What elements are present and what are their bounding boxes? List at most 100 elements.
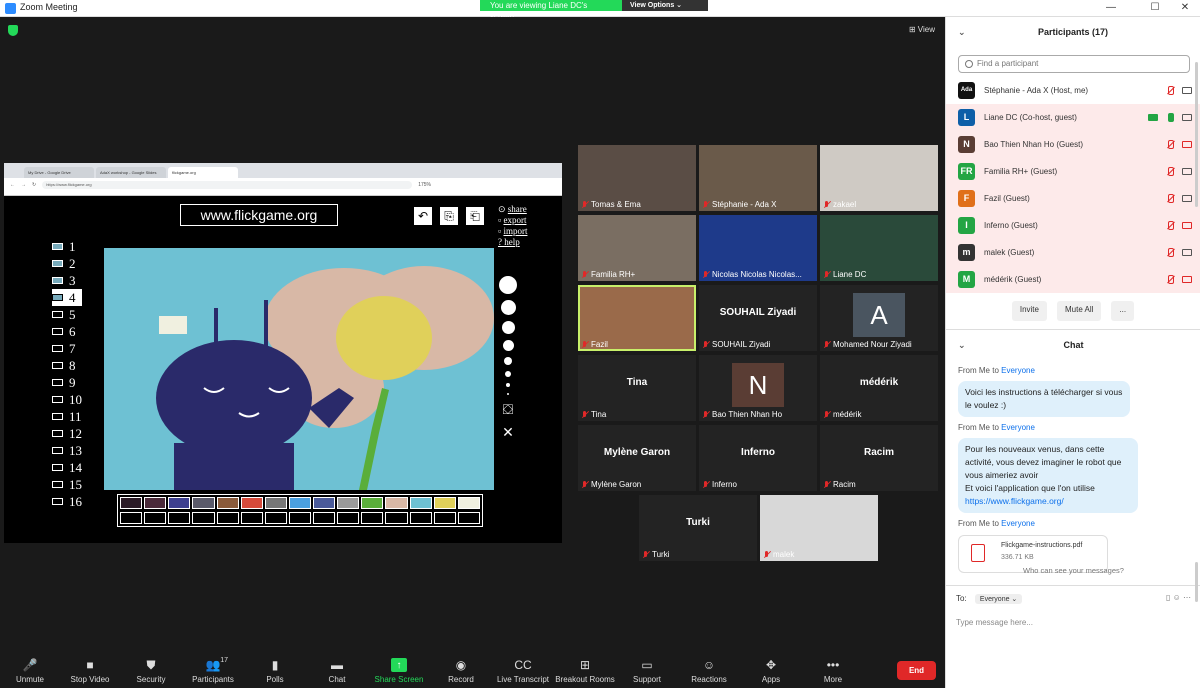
participants-actions: Invite Mute All ... bbox=[946, 301, 1200, 321]
participant-row[interactable]: L Liane DC (Co-host, guest) bbox=[946, 104, 1200, 131]
participant-row[interactable]: Mmédérik (Guest) bbox=[946, 266, 1200, 293]
polls-button[interactable]: ▮ Polls bbox=[244, 651, 306, 688]
participant-avatar: FR bbox=[958, 163, 975, 180]
palette-empty-slot bbox=[168, 511, 191, 524]
chat-button[interactable]: ▬ Chat bbox=[306, 651, 368, 688]
participant-display-name: Tina bbox=[626, 377, 648, 388]
participant-video-tile[interactable]: Inferno Inferno bbox=[699, 425, 817, 491]
record-button[interactable]: ◉ Record bbox=[430, 651, 492, 688]
participant-video-tile[interactable]: Familia RH+ bbox=[578, 215, 696, 281]
chevron-down-icon[interactable]: ⌄ bbox=[958, 17, 966, 47]
view-options-button[interactable]: View Options ⌄ bbox=[622, 0, 708, 11]
participant-row[interactable]: I Inferno (Guest) bbox=[946, 212, 1200, 239]
more-options-button[interactable]: ... bbox=[1111, 301, 1135, 321]
frame-item: 16 bbox=[52, 493, 82, 510]
participant-video-tile[interactable]: Tina Tina bbox=[578, 355, 696, 421]
chat-scrollbar[interactable] bbox=[1195, 562, 1198, 602]
frame-thumbnail bbox=[52, 464, 63, 471]
encryption-shield-icon[interactable] bbox=[8, 25, 18, 36]
participant-video-tile[interactable]: médérik médérik bbox=[820, 355, 938, 421]
participant-video-tile[interactable]: malek bbox=[760, 495, 878, 561]
copy-icon: ⎘ bbox=[440, 207, 458, 225]
participant-name: Mylène Garon bbox=[591, 480, 642, 489]
participant-video-tile[interactable]: Turki Turki bbox=[639, 495, 757, 561]
participant-row[interactable]: N Bao Thien Nhan Ho (Guest) bbox=[946, 131, 1200, 158]
frame-number: 7 bbox=[69, 340, 76, 356]
frame-number: 12 bbox=[69, 425, 82, 441]
who-can-see-link[interactable]: Who can see your messages? bbox=[946, 566, 1200, 575]
participant-video-tile[interactable]: A Mohamed Nour Ziyadi bbox=[820, 285, 938, 351]
frame-thumbnail bbox=[52, 430, 63, 437]
palette-empty-slot bbox=[337, 511, 360, 524]
palette-swatch bbox=[409, 497, 432, 509]
participant-video-tile[interactable]: Tomas & Ema bbox=[578, 145, 696, 211]
minimize-button[interactable]: — bbox=[1096, 0, 1126, 17]
participant-row[interactable]: m malek (Guest) bbox=[946, 239, 1200, 266]
participant-name: malek bbox=[773, 550, 795, 559]
frame-number: 4 bbox=[69, 289, 76, 305]
participant-display-name: Inferno bbox=[741, 447, 775, 458]
browser-tabs: My Drive - Google Drive AdaX workshop - … bbox=[4, 163, 562, 178]
live-transcript-button[interactable]: CC Live Transcript bbox=[492, 651, 554, 688]
participant-list-name: Liane DC (Co-host, guest) bbox=[984, 113, 1077, 122]
participants-scrollbar[interactable] bbox=[1195, 62, 1198, 207]
end-meeting-button[interactable]: End bbox=[897, 661, 936, 680]
flickgame-link[interactable]: https://www.flickgame.org/ bbox=[965, 496, 1064, 506]
share-screen-button[interactable]: ↑ Share Screen bbox=[368, 651, 430, 688]
close-button[interactable]: ✕ bbox=[1170, 0, 1200, 17]
participant-video-tile[interactable]: Fazil bbox=[578, 285, 696, 351]
toolbar-label: Live Transcript bbox=[496, 675, 550, 684]
view-button[interactable]: ⊞ View bbox=[909, 25, 935, 34]
support-button[interactable]: ▭ Support bbox=[616, 651, 678, 688]
maximize-button[interactable]: ☐ bbox=[1140, 0, 1170, 17]
mute-all-button[interactable]: Mute All bbox=[1056, 301, 1102, 321]
frame-item: 5 bbox=[52, 306, 82, 323]
participant-search-input[interactable]: Find a participant bbox=[958, 55, 1190, 73]
toolbar-label: Apps bbox=[761, 675, 781, 684]
frame-thumbnail bbox=[52, 362, 63, 369]
recipient-select[interactable]: Everyone ⌄ bbox=[974, 594, 1023, 604]
palette-swatch bbox=[313, 497, 336, 509]
mic-muted-icon bbox=[823, 340, 830, 349]
frame-thumbnail bbox=[52, 379, 63, 386]
participant-video-tile[interactable]: zakael bbox=[820, 145, 938, 211]
participant-video-tile[interactable]: Mylène Garon Mylène Garon bbox=[578, 425, 696, 491]
reactions-button[interactable]: ☺ Reactions bbox=[678, 651, 740, 688]
participant-row[interactable]: Ada Stéphanie - Ada X (Host, me) bbox=[946, 77, 1200, 104]
palette-empty-slot bbox=[385, 511, 408, 524]
clear-icon: ✕ bbox=[502, 424, 514, 440]
participant-video-tile[interactable]: SOUHAIL Ziyadi SOUHAIL Ziyadi bbox=[699, 285, 817, 351]
mic-muted-icon bbox=[1166, 221, 1174, 230]
stop-video-button[interactable]: ■ Stop Video bbox=[60, 651, 120, 688]
chat-input[interactable]: Type message here... bbox=[956, 618, 1033, 627]
palette-swatch bbox=[120, 497, 143, 509]
invite-button[interactable]: Invite bbox=[1011, 301, 1047, 321]
participant-row[interactable]: F Fazil (Guest) bbox=[946, 185, 1200, 212]
apps-button[interactable]: ✥ Apps bbox=[740, 651, 802, 688]
participant-avatar: N bbox=[732, 363, 784, 407]
reactions-icon: ☺ bbox=[702, 658, 716, 672]
flickgame-site-title: www.flickgame.org bbox=[180, 204, 338, 226]
participant-video-tile[interactable]: Stéphanie - Ada X bbox=[699, 145, 817, 211]
security-button[interactable]: ⛊ Security bbox=[120, 651, 182, 688]
participant-video-tile[interactable]: N Bao Thien Nhan Ho bbox=[699, 355, 817, 421]
pixel-drawing bbox=[156, 266, 494, 490]
breakout-rooms-button[interactable]: ⊞ Breakout Rooms bbox=[554, 651, 616, 688]
palette-swatch bbox=[361, 497, 384, 509]
participant-name: Racim bbox=[833, 480, 856, 489]
participants-icon: 👥 bbox=[205, 658, 221, 672]
mic-muted-icon bbox=[642, 550, 649, 559]
palette-swatch bbox=[168, 497, 191, 509]
more-button[interactable]: ••• More bbox=[802, 651, 864, 688]
participant-row[interactable]: FR Familia RH+ (Guest) bbox=[946, 158, 1200, 185]
chevron-down-icon[interactable]: ⌄ bbox=[958, 330, 966, 360]
participant-video-tile[interactable]: Liane DC bbox=[820, 215, 938, 281]
participant-name-label: médérik bbox=[823, 410, 861, 419]
participant-name: Stéphanie - Ada X bbox=[712, 200, 777, 209]
participant-name: Liane DC bbox=[833, 270, 867, 279]
mic-muted-icon bbox=[581, 480, 588, 489]
participant-video-tile[interactable]: Racim Racim bbox=[820, 425, 938, 491]
participant-video-tile[interactable]: Nicolas Nicolas Nicolas... bbox=[699, 215, 817, 281]
participants-button[interactable]: 👥 17 Participants bbox=[182, 651, 244, 688]
unmute-button[interactable]: 🎤 Unmute bbox=[0, 651, 60, 688]
